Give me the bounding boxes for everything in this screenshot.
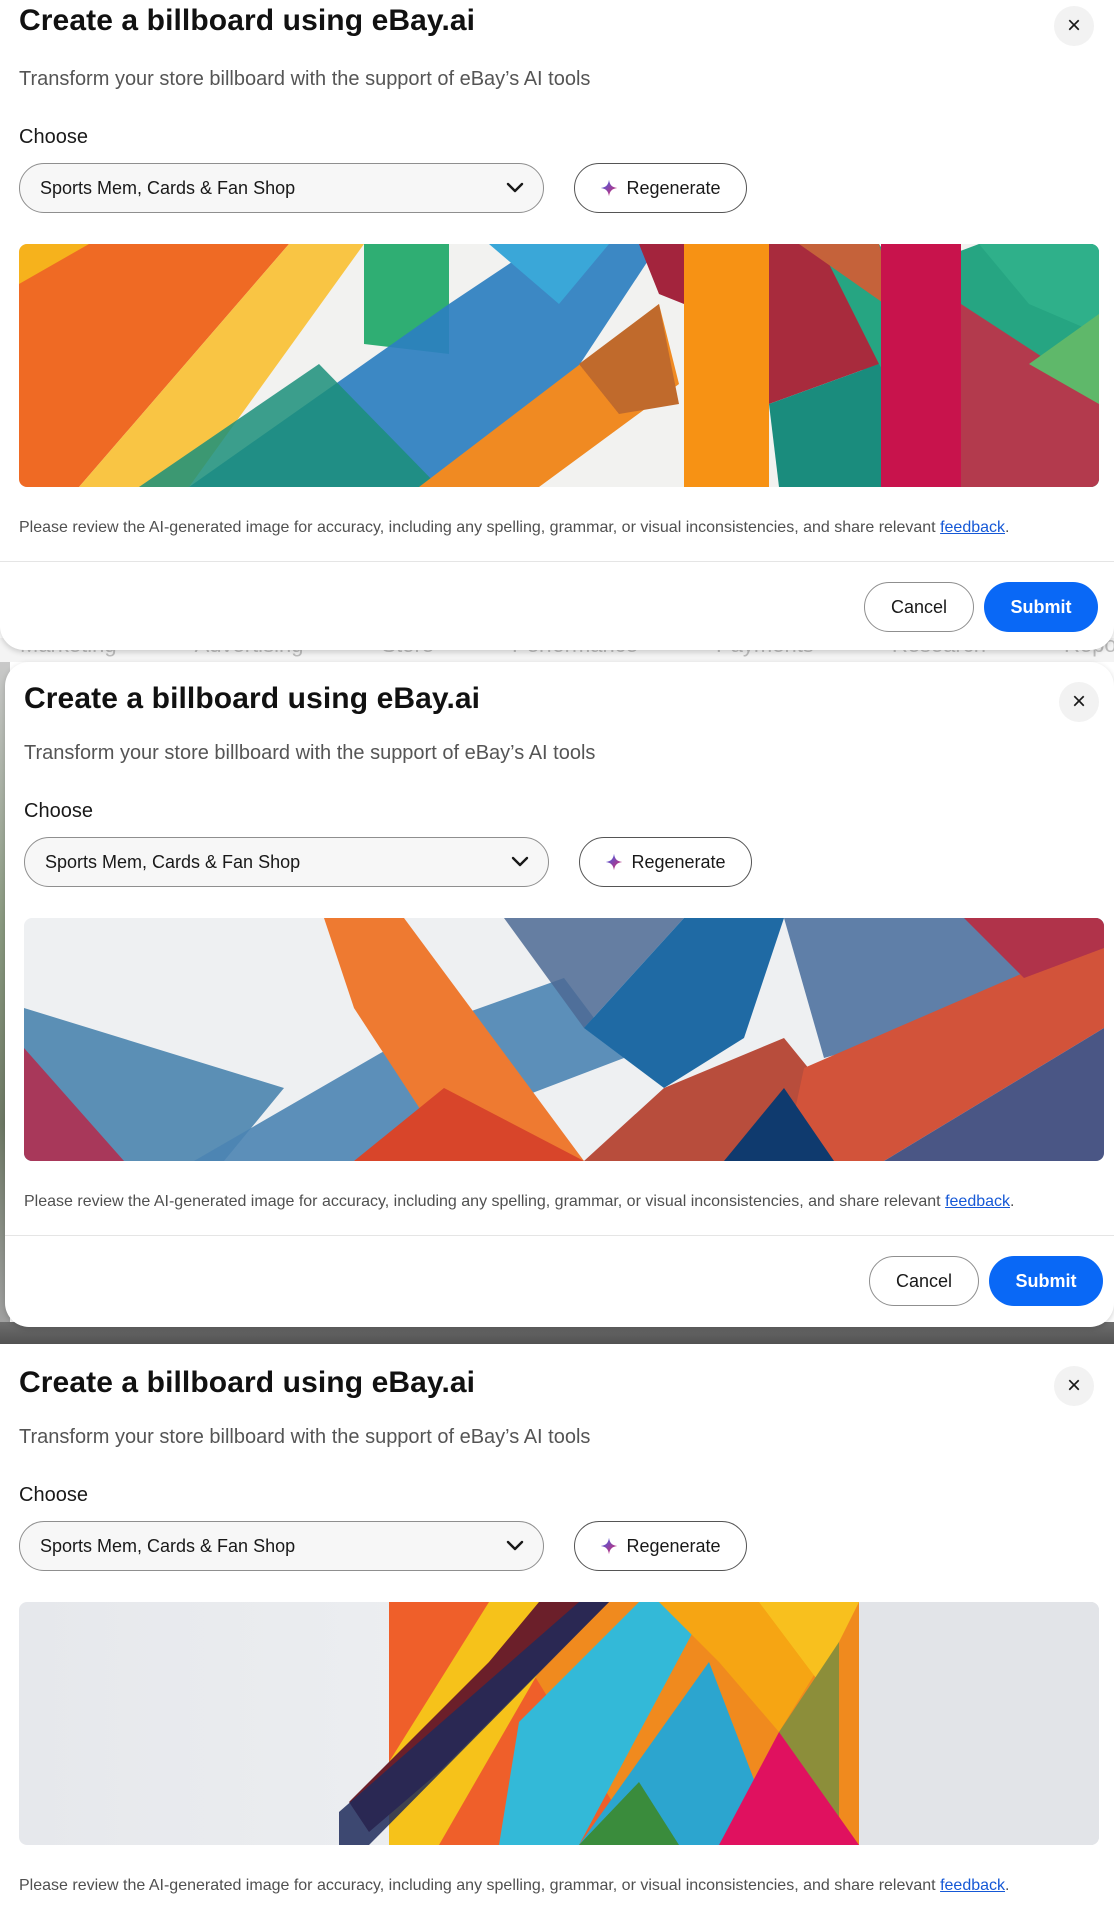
disclaimer-text: Please review the AI-generated image for… <box>19 1877 941 1894</box>
category-select-value: Sports Mem, Cards & Fan Shop <box>45 851 301 872</box>
billboard-dialog-3: Create a billboard using eBay.ai × Trans… <box>0 1344 1114 1922</box>
ai-disclaimer: Please review the AI-generated image for… <box>19 1877 1009 1895</box>
sparkle-icon <box>601 179 618 197</box>
close-icon: × <box>1066 1372 1081 1399</box>
disclaimer-end: . <box>1005 519 1010 536</box>
close-icon: × <box>1071 688 1086 715</box>
submit-button[interactable]: Submit <box>984 582 1098 632</box>
close-icon: × <box>1066 12 1081 39</box>
cancel-button[interactable]: Cancel <box>864 582 974 632</box>
regenerate-button[interactable]: Regenerate <box>574 1521 747 1571</box>
choose-label: Choose <box>19 126 88 148</box>
generated-billboard-art <box>19 1602 1099 1845</box>
dialog-subtitle: Transform your store billboard with the … <box>19 1426 591 1448</box>
dialog-title: Create a billboard using eBay.ai <box>19 1366 476 1399</box>
dialog-subtitle: Transform your store billboard with the … <box>19 68 591 90</box>
submit-button[interactable]: Submit <box>989 1256 1103 1306</box>
generated-billboard-art <box>24 918 1104 1161</box>
billboard-preview-image <box>19 244 1099 487</box>
ai-disclaimer: Please review the AI-generated image for… <box>24 1193 1014 1211</box>
footer-divider <box>0 561 1114 562</box>
sparkle-icon <box>606 853 623 871</box>
close-button[interactable]: × <box>1054 6 1094 46</box>
category-select[interactable]: Sports Mem, Cards & Fan Shop <box>19 1521 544 1571</box>
sparkle-icon <box>601 1537 618 1555</box>
choose-label: Choose <box>19 1484 88 1506</box>
regenerate-label: Regenerate <box>631 851 726 872</box>
disclaimer-text: Please review the AI-generated image for… <box>24 1193 946 1210</box>
close-button[interactable]: × <box>1054 1366 1094 1406</box>
screenshot-stage: Marketing Advertising Store Performance … <box>0 0 1114 1922</box>
regenerate-button[interactable]: Regenerate <box>579 837 752 887</box>
billboard-dialog-2: Create a billboard using eBay.ai × Trans… <box>5 662 1114 1327</box>
dialog-subtitle: Transform your store billboard with the … <box>24 742 596 764</box>
dialog-title: Create a billboard using eBay.ai <box>24 682 481 715</box>
feedback-link[interactable]: feedback <box>940 519 1005 536</box>
regenerate-button[interactable]: Regenerate <box>574 163 747 213</box>
footer-divider <box>5 1235 1114 1236</box>
disclaimer-end: . <box>1005 1877 1010 1894</box>
cancel-button[interactable]: Cancel <box>869 1256 979 1306</box>
category-select[interactable]: Sports Mem, Cards & Fan Shop <box>19 163 544 213</box>
regenerate-label: Regenerate <box>626 177 721 198</box>
regenerate-label: Regenerate <box>626 1535 721 1556</box>
billboard-preview-image <box>24 918 1104 1161</box>
disclaimer-text: Please review the AI-generated image for… <box>19 519 941 536</box>
feedback-link[interactable]: feedback <box>940 1877 1005 1894</box>
category-select-value: Sports Mem, Cards & Fan Shop <box>40 1535 296 1556</box>
category-select[interactable]: Sports Mem, Cards & Fan Shop <box>24 837 549 887</box>
disclaimer-end: . <box>1010 1193 1015 1210</box>
billboard-preview-image <box>19 1602 1099 1845</box>
billboard-dialog-1: Create a billboard using eBay.ai × Trans… <box>0 0 1114 650</box>
close-button[interactable]: × <box>1059 682 1099 722</box>
category-select-value: Sports Mem, Cards & Fan Shop <box>40 177 296 198</box>
generated-billboard-art <box>19 244 1099 487</box>
dialog-title: Create a billboard using eBay.ai <box>19 4 476 37</box>
chevron-down-icon <box>506 182 524 193</box>
chevron-down-icon <box>511 856 529 867</box>
choose-label: Choose <box>24 800 93 822</box>
ai-disclaimer: Please review the AI-generated image for… <box>19 519 1009 537</box>
chevron-down-icon <box>506 1540 524 1551</box>
feedback-link[interactable]: feedback <box>945 1193 1010 1210</box>
